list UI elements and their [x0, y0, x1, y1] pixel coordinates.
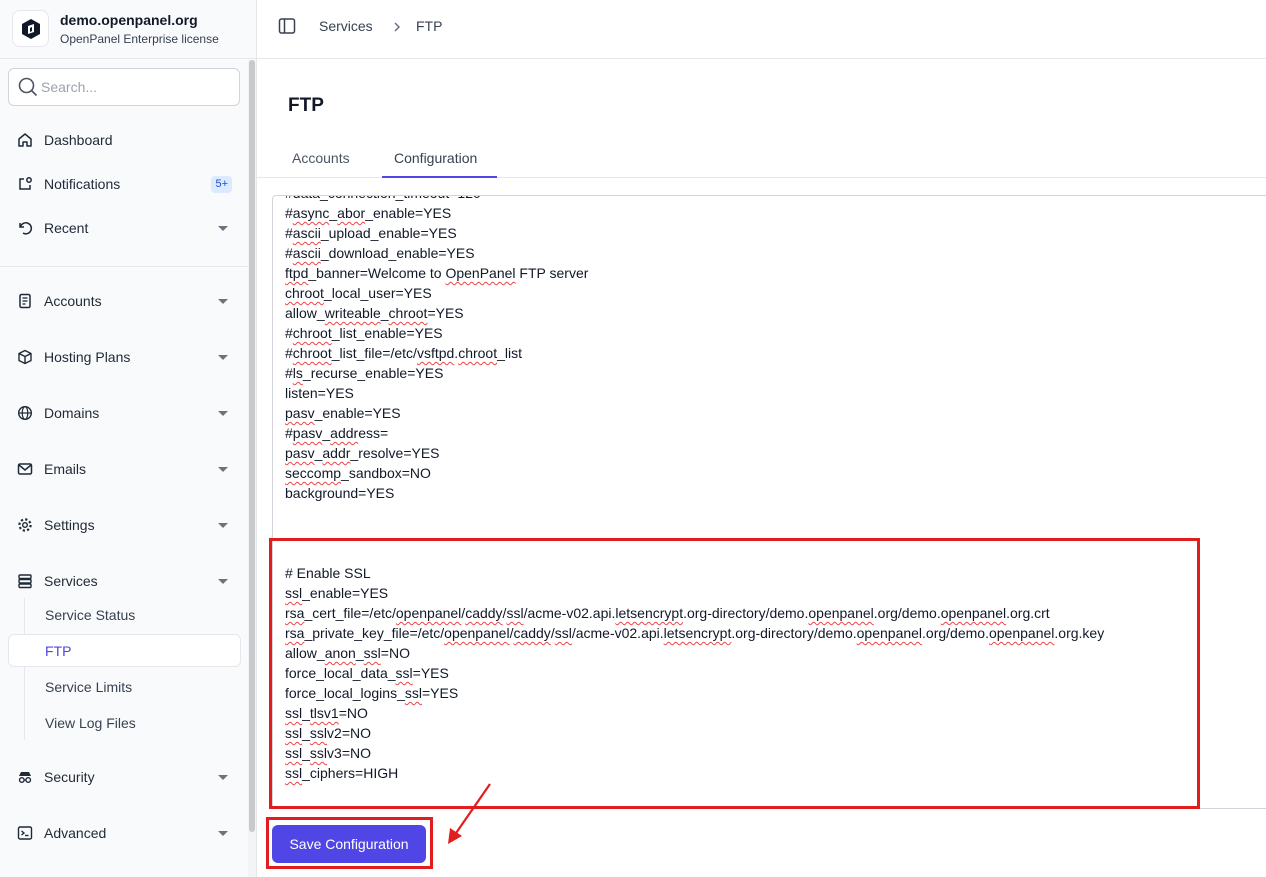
- sidebar-item-label: Domains: [44, 405, 100, 421]
- notification-count-badge: 5+: [211, 176, 232, 193]
- sidebar-subitem-service-status[interactable]: Service Status: [45, 607, 135, 623]
- chevron-down-icon: [218, 299, 228, 304]
- config-line: ftpd_banner=Welcome to OpenPanel FTP ser…: [285, 265, 589, 281]
- sidebar-item-hosting-plans[interactable]: Hosting Plans: [8, 339, 240, 375]
- sidebar-item-security[interactable]: Security: [8, 759, 240, 795]
- sidebar-item-recent[interactable]: Recent: [8, 210, 240, 246]
- sidebar-item-label: Settings: [44, 517, 95, 533]
- sidebar-subitem-label: FTP: [45, 643, 72, 659]
- sidebar-scroll-thumb[interactable]: [249, 60, 255, 832]
- sidebar-item-advanced[interactable]: Advanced: [8, 815, 240, 851]
- gear-icon: [17, 517, 33, 533]
- sidebar-toggle-icon[interactable]: [278, 17, 296, 35]
- page-title: FTP: [288, 95, 324, 116]
- config-line: #ascii_upload_enable=YES: [285, 225, 457, 241]
- breadcrumb-ftp: FTP: [416, 18, 443, 34]
- search-box[interactable]: [8, 68, 240, 106]
- tab-configuration[interactable]: Configuration: [394, 150, 477, 166]
- brand-title: demo.openpanel.org: [60, 12, 198, 28]
- chevron-down-icon: [218, 831, 228, 836]
- config-line: #ascii_download_enable=YES: [285, 245, 475, 261]
- sidebar-item-settings[interactable]: Settings: [8, 507, 240, 543]
- config-line: background=YES: [285, 485, 395, 501]
- search-input[interactable]: [41, 75, 231, 99]
- home-icon: [17, 132, 33, 148]
- sidebar-item-label: Security: [44, 769, 95, 785]
- chevron-down-icon: [218, 523, 228, 528]
- sidebar-item-emails[interactable]: Emails: [8, 451, 240, 487]
- openpanel-logo-icon[interactable]: [12, 10, 49, 47]
- sidebar-subitem-ftp[interactable]: FTP: [8, 634, 241, 667]
- chevron-down-icon: [218, 579, 228, 584]
- config-line: pasv_enable=YES: [285, 405, 401, 421]
- save-configuration-button[interactable]: Save Configuration: [272, 825, 426, 863]
- globe-icon: [17, 405, 33, 421]
- tab-accounts[interactable]: Accounts: [292, 150, 350, 166]
- document-icon: [17, 293, 33, 309]
- config-line: seccomp_sandbox=NO: [285, 465, 431, 481]
- sidebar-item-notifications[interactable]: Notifications 5+: [8, 166, 240, 202]
- config-line: #chroot_list_file=/etc/vsftpd.chroot_lis…: [285, 345, 523, 361]
- active-tab-indicator: [382, 176, 497, 178]
- search-icon: [18, 77, 38, 102]
- config-line: [285, 503, 1104, 523]
- config-line: pasv_addr_resolve=YES: [285, 445, 440, 461]
- box-icon: [17, 349, 33, 365]
- stack-icon: [17, 573, 33, 589]
- terminal-icon: [17, 825, 33, 841]
- sidebar-scrollbar[interactable]: [248, 60, 256, 877]
- sidebar-item-label: Services: [44, 573, 98, 589]
- config-line: chroot_local_user=YES: [285, 285, 432, 301]
- annotation-arrow-icon: [448, 783, 491, 844]
- sidebar-item-label: Dashboard: [44, 132, 113, 148]
- config-line: #pasv_address=: [285, 425, 389, 441]
- config-line: listen=YES: [285, 385, 354, 401]
- bell-icon: [17, 176, 33, 192]
- config-line: allow_writeable_chroot=YES: [285, 305, 464, 321]
- brand-header: demo.openpanel.org OpenPanel Enterprise …: [0, 0, 257, 59]
- chevron-right-icon: [392, 20, 402, 32]
- chevron-down-icon: [218, 467, 228, 472]
- top-bar: Services FTP: [257, 0, 1266, 59]
- sidebar-item-label: Notifications: [44, 176, 121, 192]
- brand-subtitle: OpenPanel Enterprise license: [60, 32, 219, 46]
- submenu-guide-line: [24, 598, 25, 740]
- sidebar-item-services[interactable]: Services: [8, 563, 240, 599]
- history-icon: [17, 220, 33, 236]
- config-line: #chroot_list_enable=YES: [285, 325, 443, 341]
- breadcrumb-services[interactable]: Services: [319, 18, 373, 34]
- sidebar-item-label: Emails: [44, 461, 87, 477]
- config-line: #data_connection_timeout=120: [285, 196, 1104, 203]
- chevron-down-icon: [218, 775, 228, 780]
- chevron-down-icon: [218, 411, 228, 416]
- sidebar-item-accounts[interactable]: Accounts: [8, 283, 240, 319]
- config-line: #ls_recurse_enable=YES: [285, 365, 444, 381]
- sidebar-item-label: Advanced: [44, 825, 107, 841]
- sidebar-item-label: Hosting Plans: [44, 349, 131, 365]
- ssl-highlight-annotation: [269, 538, 1200, 809]
- spy-icon: [17, 769, 33, 785]
- chevron-down-icon: [218, 226, 228, 231]
- sidebar-divider: [0, 266, 248, 267]
- sidebar-subitem-view-log-files[interactable]: View Log Files: [45, 715, 136, 731]
- sidebar-item-label: Recent: [44, 220, 89, 236]
- chevron-down-icon: [218, 355, 228, 360]
- config-line: #async_abor_enable=YES: [285, 205, 452, 221]
- tabs: Accounts Configuration: [257, 140, 1266, 178]
- sidebar-item-dashboard[interactable]: Dashboard: [8, 122, 240, 158]
- sidebar-subitem-service-limits[interactable]: Service Limits: [45, 679, 132, 695]
- mail-icon: [17, 461, 33, 477]
- sidebar-item-domains[interactable]: Domains: [8, 395, 240, 431]
- sidebar: demo.openpanel.org OpenPanel Enterprise …: [0, 0, 257, 877]
- sidebar-item-label: Accounts: [44, 293, 102, 309]
